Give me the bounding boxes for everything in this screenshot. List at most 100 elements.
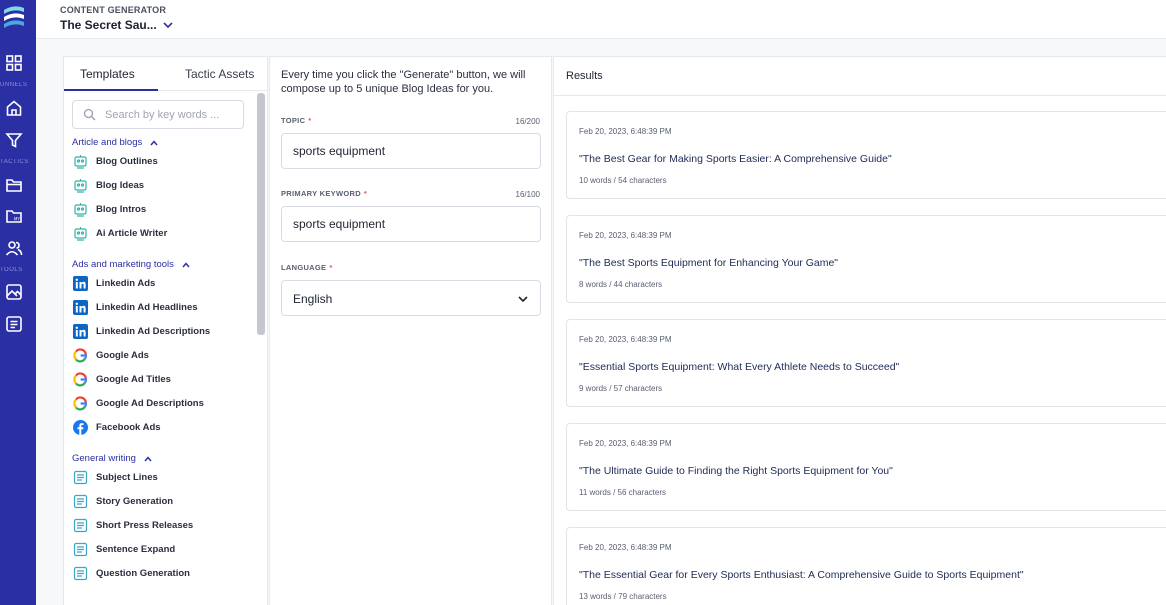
facebook-icon xyxy=(73,419,88,435)
search-input[interactable] xyxy=(105,107,239,123)
result-timestamp: Feb 20, 2023, 6:48:39 PM xyxy=(579,439,672,448)
result-card[interactable]: Feb 20, 2023, 6:48:39 PM "Essential Spor… xyxy=(566,319,1166,407)
svg-text:MY: MY xyxy=(14,217,20,222)
document-list-icon xyxy=(73,542,88,556)
template-item-short-press-releases[interactable]: Short Press Releases xyxy=(73,516,193,534)
section-title: General writing xyxy=(72,453,136,464)
language-value: English xyxy=(293,292,333,306)
template-item-ai-article-writer[interactable]: Ai Article Writer xyxy=(73,224,167,242)
chevron-down-icon[interactable] xyxy=(162,19,174,31)
funnel-icon[interactable] xyxy=(5,131,23,149)
result-text[interactable]: "The Essential Gear for Every Sports Ent… xyxy=(579,569,1024,581)
robot-icon xyxy=(74,154,87,169)
result-timestamp: Feb 20, 2023, 6:48:39 PM xyxy=(579,127,672,136)
chevron-up-icon[interactable] xyxy=(143,454,153,464)
template-item-google-ads[interactable]: Google Ads xyxy=(73,346,149,364)
form-intro: Every time you click the "Generate" butt… xyxy=(281,69,526,95)
main-content: Templates Tactic Assets Article and blog… xyxy=(36,39,1166,605)
rail-label-tools: TOOLS xyxy=(0,267,23,273)
topic-field[interactable] xyxy=(281,133,541,169)
project-selector[interactable]: The Secret Sau... xyxy=(60,18,157,32)
section-article-and-blogs[interactable]: Article and blogs xyxy=(72,137,159,148)
topic-label: TOPIC * xyxy=(281,116,312,125)
tab-tactic-assets[interactable]: Tactic Assets xyxy=(185,67,254,81)
rail-label-funnels: UNNELS xyxy=(0,82,28,88)
users-icon[interactable] xyxy=(5,239,23,257)
home-icon[interactable] xyxy=(5,99,23,117)
grid-icon[interactable] xyxy=(5,54,23,72)
section-ads-and-marketing-tools[interactable]: Ads and marketing tools xyxy=(72,259,191,270)
chevron-up-icon[interactable] xyxy=(181,260,191,270)
result-word-count: 11 words / 56 characters xyxy=(579,488,667,497)
search-icon xyxy=(83,108,96,121)
results-panel: Results Feb 20, 2023, 6:48:39 PM "The Be… xyxy=(553,56,1166,605)
keyword-char-count: 16/100 xyxy=(515,190,540,199)
required-marker: * xyxy=(363,189,368,198)
left-rail: UNNELS TACTICS MY TOOLS xyxy=(0,0,36,605)
result-card[interactable]: Feb 20, 2023, 6:48:39 PM "The Essential … xyxy=(566,527,1166,605)
linkedin-icon xyxy=(73,275,88,291)
results-header: Results xyxy=(554,57,1166,96)
template-item-sentence-expand[interactable]: Sentence Expand xyxy=(73,540,175,558)
topic-input[interactable] xyxy=(293,144,523,158)
required-marker: * xyxy=(308,116,312,125)
template-item-blog-intros[interactable]: Blog Intros xyxy=(73,200,146,218)
scrollbar-thumb[interactable] xyxy=(257,93,265,335)
template-item-subject-lines[interactable]: Subject Lines xyxy=(73,468,158,486)
template-search[interactable] xyxy=(72,100,244,129)
document-list-icon xyxy=(73,518,88,532)
section-general-writing[interactable]: General writing xyxy=(72,453,153,464)
template-item-linkedin-ad-descriptions[interactable]: Linkedin Ad Descriptions xyxy=(73,322,210,340)
primary-keyword-field[interactable] xyxy=(281,206,541,242)
document-list-icon xyxy=(73,494,88,508)
result-card[interactable]: Feb 20, 2023, 6:48:39 PM "The Ultimate G… xyxy=(566,423,1166,511)
result-word-count: 8 words / 44 characters xyxy=(579,280,663,289)
result-text[interactable]: "The Best Gear for Making Sports Easier:… xyxy=(579,153,892,165)
app-root: UNNELS TACTICS MY TOOLS CONTENT GENERATO… xyxy=(0,0,1166,605)
required-marker: * xyxy=(329,263,333,272)
top-header: CONTENT GENERATOR The Secret Sau... xyxy=(36,0,1166,39)
image-icon[interactable] xyxy=(5,283,23,301)
template-list-scrollbar[interactable] xyxy=(257,93,265,605)
template-item-facebook-ads[interactable]: Facebook Ads xyxy=(73,418,161,436)
template-item-question-generation[interactable]: Question Generation xyxy=(73,564,190,582)
result-text[interactable]: "Essential Sports Equipment: What Every … xyxy=(579,361,899,373)
result-word-count: 10 words / 54 characters xyxy=(579,176,667,185)
templates-panel: Templates Tactic Assets Article and blog… xyxy=(63,56,269,605)
tab-templates[interactable]: Templates xyxy=(80,67,135,81)
document-icon[interactable] xyxy=(5,315,23,333)
linkedin-icon xyxy=(73,323,88,339)
result-card[interactable]: Feb 20, 2023, 6:48:39 PM "The Best Sport… xyxy=(566,215,1166,303)
header-subtitle: CONTENT GENERATOR xyxy=(60,5,167,15)
template-item-google-ad-titles[interactable]: Google Ad Titles xyxy=(73,370,171,388)
template-item-linkedin-ads[interactable]: Linkedin Ads xyxy=(73,274,155,292)
result-text[interactable]: "The Ultimate Guide to Finding the Right… xyxy=(579,465,893,477)
language-label: LANGUAGE * xyxy=(281,263,333,272)
my-folder-icon[interactable]: MY xyxy=(5,207,23,225)
result-word-count: 13 words / 79 characters xyxy=(579,592,667,601)
result-timestamp: Feb 20, 2023, 6:48:39 PM xyxy=(579,543,672,552)
generator-form: Every time you click the "Generate" butt… xyxy=(269,56,552,605)
template-item-google-ad-descriptions[interactable]: Google Ad Descriptions xyxy=(73,394,204,412)
result-timestamp: Feb 20, 2023, 6:48:39 PM xyxy=(579,231,672,240)
template-item-story-generation[interactable]: Story Generation xyxy=(73,492,173,510)
language-select[interactable]: English xyxy=(281,280,541,316)
chevron-down-icon[interactable] xyxy=(517,293,529,305)
linkedin-icon xyxy=(73,299,88,315)
template-item-blog-ideas[interactable]: Blog Ideas xyxy=(73,176,144,194)
templates-tabs: Templates Tactic Assets xyxy=(64,57,269,91)
template-item-linkedin-ad-headlines[interactable]: Linkedin Ad Headlines xyxy=(73,298,198,316)
primary-keyword-input[interactable] xyxy=(293,217,523,231)
folder-icon[interactable] xyxy=(5,176,23,194)
google-icon xyxy=(73,395,88,410)
document-list-icon xyxy=(73,566,88,580)
template-item-blog-outlines[interactable]: Blog Outlines xyxy=(73,152,158,170)
result-timestamp: Feb 20, 2023, 6:48:39 PM xyxy=(579,335,672,344)
result-text[interactable]: "The Best Sports Equipment for Enhancing… xyxy=(579,257,838,269)
brand-logo-icon[interactable] xyxy=(2,4,26,30)
primary-keyword-label: PRIMARY KEYWORD * xyxy=(281,189,368,198)
section-title: Article and blogs xyxy=(72,137,143,148)
chevron-up-icon[interactable] xyxy=(149,138,159,148)
robot-icon xyxy=(74,202,87,217)
result-card[interactable]: Feb 20, 2023, 6:48:39 PM "The Best Gear … xyxy=(566,111,1166,199)
